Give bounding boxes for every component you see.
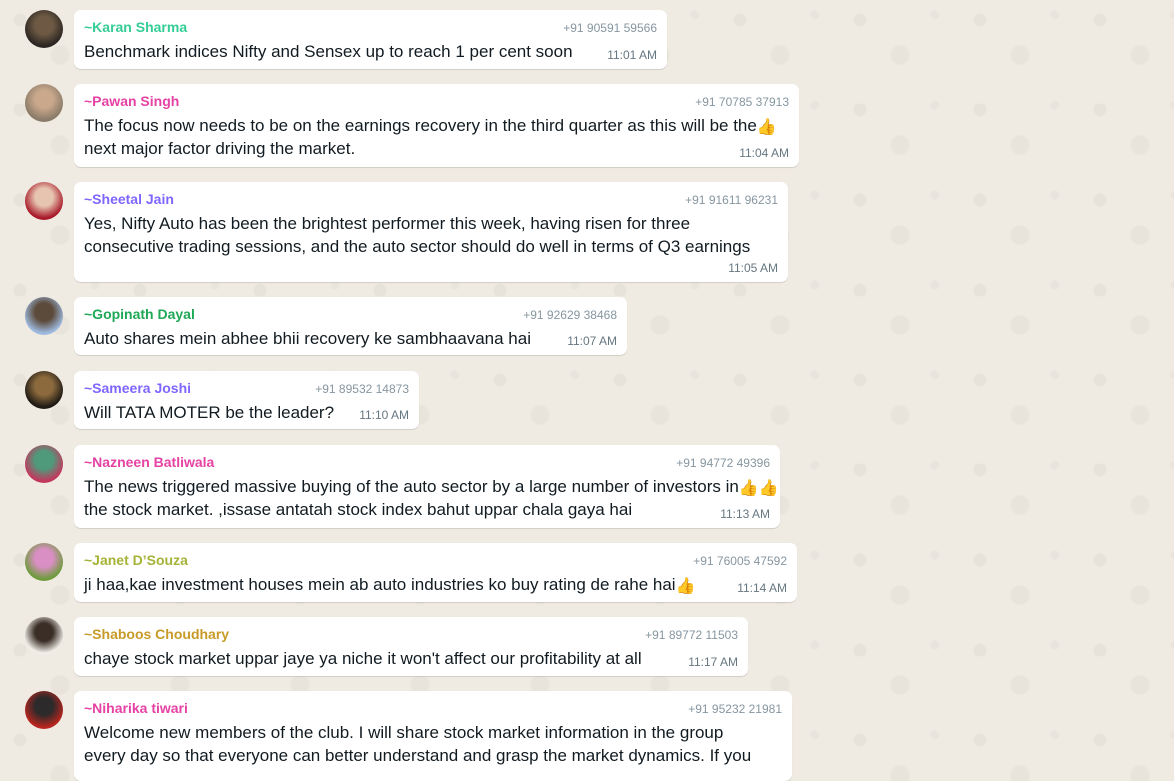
message-line: The news triggered massive buying of the… xyxy=(84,477,739,496)
sender-phone: +91 90591 59566 xyxy=(563,21,657,35)
message-timestamp: 11:01 AM xyxy=(607,48,657,62)
sender-name[interactable]: ~Nazneen Batliwala xyxy=(84,454,214,470)
message-timestamp: 11:10 AM xyxy=(359,408,409,422)
message-bubble[interactable]: ~Niharika tiwari +91 95232 21981 Welcome n… xyxy=(74,691,792,781)
message-text: Welcome new members of the club. I will … xyxy=(84,721,751,767)
message-bubble[interactable]: ~Nazneen Batliwala +91 94772 49396 The new… xyxy=(74,445,780,528)
avatar[interactable] xyxy=(25,371,63,409)
message-bubble[interactable]: ~Sameera Joshi +91 89532 14873 Will TATA M… xyxy=(74,371,419,429)
avatar[interactable] xyxy=(25,84,63,122)
message-timestamp: 11:14 AM xyxy=(737,581,787,595)
sender-name[interactable]: ~Gopinath Dayal xyxy=(84,306,195,322)
sender-phone: +91 70785 37913 xyxy=(695,95,789,109)
message-timestamp: 11:05 AM xyxy=(728,261,778,275)
message-line: chaye stock market uppar jaye ya niche i… xyxy=(84,649,642,668)
message-line: every day so that everyone can better un… xyxy=(84,746,752,765)
message-line: The focus now needs to be on the earning… xyxy=(84,116,757,135)
message-line: next major factor driving the market. xyxy=(84,139,356,158)
avatar[interactable] xyxy=(25,182,63,220)
sender-phone: +91 92629 38468 xyxy=(523,308,617,322)
sender-name[interactable]: ~Karan Sharma xyxy=(84,19,187,35)
avatar[interactable] xyxy=(25,297,63,335)
thumbs-up-emoji-icon: 👍 xyxy=(738,480,759,497)
message-bubble[interactable]: ~Karan Sharma +91 90591 59566 Benchmark in… xyxy=(74,10,667,69)
sender-name[interactable]: ~Sheetal Jain xyxy=(84,191,174,207)
sender-phone: +91 76005 47592 xyxy=(693,554,787,568)
thumbs-up-emoji-icon: 👍 xyxy=(756,119,777,136)
message-bubble[interactable]: ~Pawan Singh +91 70785 37913 The focus now… xyxy=(74,84,799,167)
sender-phone: +91 89772 11503 xyxy=(645,628,738,642)
sender-phone: +91 91611 96231 xyxy=(685,193,778,207)
message-text: Will TATA MOTER be the leader? xyxy=(84,401,334,424)
sender-name[interactable]: ~Sameera Joshi xyxy=(84,380,191,396)
message-line: Auto shares mein abhee bhii recovery ke … xyxy=(84,329,531,348)
message-line: Will TATA MOTER be the leader? xyxy=(84,403,335,422)
message-bubble[interactable]: ~Janet D’Souza +91 76005 47592 ji haa,kae … xyxy=(74,543,797,602)
thumbs-up-emoji-icon: 👍 xyxy=(758,480,779,497)
message-timestamp: 11:17 AM xyxy=(688,655,738,669)
message-line: ji haa,kae investment houses mein ab aut… xyxy=(84,575,676,594)
message-bubble[interactable]: ~Gopinath Dayal +91 92629 38468 Auto share… xyxy=(74,297,627,355)
sender-name[interactable]: ~Niharika tiwari xyxy=(84,700,188,716)
message-line: Benchmark indices Nifty and Sensex up to… xyxy=(84,42,573,61)
sender-name[interactable]: ~Pawan Singh xyxy=(84,93,179,109)
sender-name[interactable]: ~Shaboos Choudhary xyxy=(84,626,229,642)
message-text: Auto shares mein abhee bhii recovery ke … xyxy=(84,327,531,350)
message-text: chaye stock market uppar jaye ya niche i… xyxy=(84,647,642,670)
avatar[interactable] xyxy=(25,691,63,729)
sender-name[interactable]: ~Janet D’Souza xyxy=(84,552,188,568)
message-text: ji haa,kae investment houses mein ab aut… xyxy=(84,573,696,596)
message-bubble[interactable]: ~Sheetal Jain +91 91611 96231 Yes, Nifty A… xyxy=(74,182,788,282)
sender-phone: +91 89532 14873 xyxy=(315,382,409,396)
avatar[interactable] xyxy=(25,617,63,655)
message-text: The focus now needs to be on the earning… xyxy=(84,114,777,160)
message-line: consecutive trading sessions, and the au… xyxy=(84,237,751,256)
sender-phone: +91 95232 21981 xyxy=(688,702,782,716)
message-line: Welcome new members of the club. I will … xyxy=(84,723,724,742)
message-text: The news triggered massive buying of the… xyxy=(84,475,779,521)
thumbs-up-emoji-icon: 👍 xyxy=(675,578,696,595)
sender-phone: +91 94772 49396 xyxy=(676,456,770,470)
message-timestamp: 11:13 AM xyxy=(720,507,770,521)
message-timestamp: 11:07 AM xyxy=(567,334,617,348)
message-bubble[interactable]: ~Shaboos Choudhary +91 89772 11503 chaye s… xyxy=(74,617,748,676)
chat-conversation: ~Karan Sharma +91 90591 59566 Benchmark in… xyxy=(0,0,1174,781)
message-timestamp: 11:04 AM xyxy=(739,146,789,160)
message-line: the stock market. ,issase antatah stock … xyxy=(84,500,633,519)
avatar[interactable] xyxy=(25,10,63,48)
message-line: Yes, Nifty Auto has been the brightest p… xyxy=(84,214,691,233)
avatar[interactable] xyxy=(25,445,63,483)
avatar[interactable] xyxy=(25,543,63,581)
message-text: Yes, Nifty Auto has been the brightest p… xyxy=(84,212,750,258)
message-text: Benchmark indices Nifty and Sensex up to… xyxy=(84,40,573,63)
